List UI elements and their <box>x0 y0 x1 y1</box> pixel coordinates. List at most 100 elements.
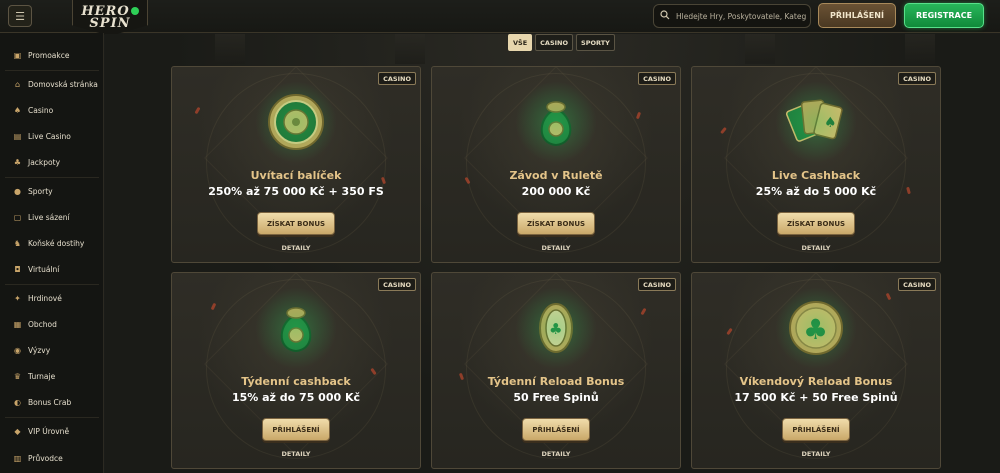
details-link[interactable]: DETAILY <box>692 450 940 458</box>
sidebar-item-home[interactable]: ⌂ Domovská stránka <box>5 74 99 95</box>
sidebar-item-jackpoty[interactable]: ♣ Jackpoty <box>5 152 99 173</box>
sidebar-item-live-sazeni[interactable]: ▢ Live sázení <box>5 207 99 228</box>
login-button[interactable]: PŘIHLÁŠENÍ <box>262 418 330 441</box>
sidebar-item-label: Bonus Crab <box>28 398 72 407</box>
login-button[interactable]: PŘIHLÁŠENÍ <box>818 3 896 28</box>
shop-icon: ▦ <box>13 319 22 329</box>
sidebar-item-label: Live Casino <box>28 132 71 141</box>
logo-dot-icon <box>130 6 139 15</box>
live-icon: ▢ <box>13 212 22 222</box>
sidebar-item-live-casino[interactable]: ▤ Live Casino <box>5 126 99 147</box>
promo-title: Uvítací balíček <box>250 169 342 182</box>
category-badge: CASINO <box>638 278 676 291</box>
promo-title: Týdenní cashback <box>241 375 351 388</box>
filter-casino[interactable]: CASINO <box>535 34 574 51</box>
promo-title: Víkendový Reload Bonus <box>739 375 893 388</box>
sidebar-item-sporty[interactable]: ● Sporty <box>5 181 99 202</box>
details-link[interactable]: DETAILY <box>432 450 680 458</box>
search-input[interactable] <box>676 11 806 21</box>
promo-filters: VŠE CASINO SPORTY <box>508 34 615 51</box>
details-link[interactable]: DETAILY <box>432 244 680 252</box>
ball-icon: ● <box>14 186 21 196</box>
logo[interactable]: HERO SPIN <box>72 0 148 36</box>
sidebar-item-label: Promoakce <box>28 51 70 60</box>
promo-title: Live Cashback <box>771 169 861 182</box>
sidebar-item-label: Sporty <box>28 187 53 196</box>
money-bag-icon <box>255 287 337 369</box>
filter-sports[interactable]: SPORTY <box>576 34 615 51</box>
login-button[interactable]: PŘIHLÁŠENÍ <box>522 418 590 441</box>
money-bag-icon <box>515 81 597 163</box>
sidebar-item-label: Hrdinové <box>28 294 62 303</box>
sidebar-divider <box>5 284 99 285</box>
sidebar-item-label: Obchod <box>28 320 57 329</box>
promotions-area: VŠE CASINO SPORTY CASINO Uvítací balíček… <box>105 34 1000 473</box>
sidebar-item-hrdinove[interactable]: ✦ Hrdinové <box>5 288 99 309</box>
category-badge: CASINO <box>378 72 416 85</box>
gift-icon: ▣ <box>13 50 22 60</box>
search-icon <box>660 9 670 23</box>
sidebar-item-label: VIP Úrovně <box>28 427 70 436</box>
promo-subtitle: 200 000 Kč <box>521 185 591 198</box>
promo-card: CASINO ♣ Týdenní Reload Bonus 50 Free Sp… <box>431 272 681 469</box>
sidebar-item-virtualni[interactable]: ◘ Virtuální <box>5 259 99 280</box>
sidebar-item-pruvodce[interactable]: ▥ Průvodce <box>5 448 99 469</box>
promo-subtitle: 50 Free Spinů <box>513 391 599 404</box>
clover-coin-icon: ♣ <box>775 287 857 369</box>
sidebar-item-bonus-crab[interactable]: ◐ Bonus Crab <box>5 392 99 413</box>
sidebar-item-label: Virtuální <box>28 265 60 274</box>
sidebar-item-label: Jackpoty <box>28 158 61 167</box>
sidebar: ▣ Promoakce ⌂ Domovská stránka ♠ Casino ▤ Li… <box>0 33 104 473</box>
sidebar-item-konske-dostihy[interactable]: ♞ Koňské dostihy <box>5 233 99 254</box>
crab-icon: ◐ <box>14 397 21 407</box>
login-button[interactable]: PŘIHLÁŠENÍ <box>782 418 850 441</box>
get-bonus-button[interactable]: ZÍSKAT BONUS <box>517 212 595 235</box>
search-box[interactable] <box>653 4 811 28</box>
ember-decoration <box>210 302 217 311</box>
sidebar-item-label: Koňské dostihy <box>28 239 85 248</box>
ember-decoration <box>635 111 642 120</box>
promo-card: CASINO ♣ Víkendový Reload Bonus 17 500 K… <box>691 272 941 469</box>
register-button[interactable]: REGISTRACE <box>904 3 984 28</box>
category-badge: CASINO <box>898 278 936 291</box>
promo-subtitle: 15% až do 75 000 Kč <box>231 391 361 404</box>
details-link[interactable]: DETAILY <box>692 244 940 252</box>
book-icon: ▥ <box>13 453 22 463</box>
promo-title: Závod v Ruletě <box>509 169 603 182</box>
category-badge: CASINO <box>898 72 936 85</box>
sidebar-item-label: Turnaje <box>28 372 56 381</box>
home-icon: ⌂ <box>14 79 21 89</box>
diamond-icon: ◆ <box>14 426 21 436</box>
promo-card: CASINO Uvítací balíček 250% až 75 000 Kč… <box>171 66 421 263</box>
background-pillar <box>395 34 425 64</box>
ember-decoration <box>640 307 647 316</box>
promo-card: CASINO Týdenní cashback 15% až do 75 000… <box>171 272 421 469</box>
gamepad-icon: ◘ <box>14 264 21 274</box>
filter-all[interactable]: VŠE <box>508 34 533 51</box>
slot-reel-icon: ♣ <box>515 287 597 369</box>
sidebar-item-promoakce[interactable]: ▣ Promoakce <box>5 45 99 66</box>
sidebar-item-obchod[interactable]: ▦ Obchod <box>5 314 99 335</box>
details-link[interactable]: DETAILY <box>172 450 420 458</box>
get-bonus-button[interactable]: ZÍSKAT BONUS <box>257 212 335 235</box>
menu-icon[interactable]: ☰ <box>8 5 32 27</box>
sidebar-item-turnaje[interactable]: ♛ Turnaje <box>5 366 99 387</box>
category-badge: CASINO <box>638 72 676 85</box>
hero-icon: ✦ <box>14 293 21 303</box>
sidebar-item-vip-urovne[interactable]: ◆ VIP Úrovně <box>5 421 99 442</box>
sidebar-item-vyzvy[interactable]: ◉ Výzvy <box>5 340 99 361</box>
promo-subtitle: 25% až do 5 000 Kč <box>755 185 877 198</box>
ember-decoration <box>720 126 727 135</box>
get-bonus-button[interactable]: ZÍSKAT BONUS <box>777 212 855 235</box>
promo-card: CASINO ♠ Live Cashback 25% až do 5 000 K… <box>691 66 941 263</box>
sidebar-item-label: Casino <box>28 106 54 115</box>
background-pillar <box>215 34 245 64</box>
sidebar-item-label: Výzvy <box>28 346 51 355</box>
details-link[interactable]: DETAILY <box>172 244 420 252</box>
promo-card: CASINO Závod v Ruletě 200 000 Kč ZÍSKAT … <box>431 66 681 263</box>
sidebar-item-casino[interactable]: ♠ Casino <box>5 100 99 121</box>
medal-icon: ◉ <box>14 345 21 355</box>
promo-subtitle: 250% až 75 000 Kč + 350 FS <box>208 185 384 198</box>
ember-decoration <box>194 106 201 115</box>
casino-icon: ♠ <box>13 105 22 115</box>
